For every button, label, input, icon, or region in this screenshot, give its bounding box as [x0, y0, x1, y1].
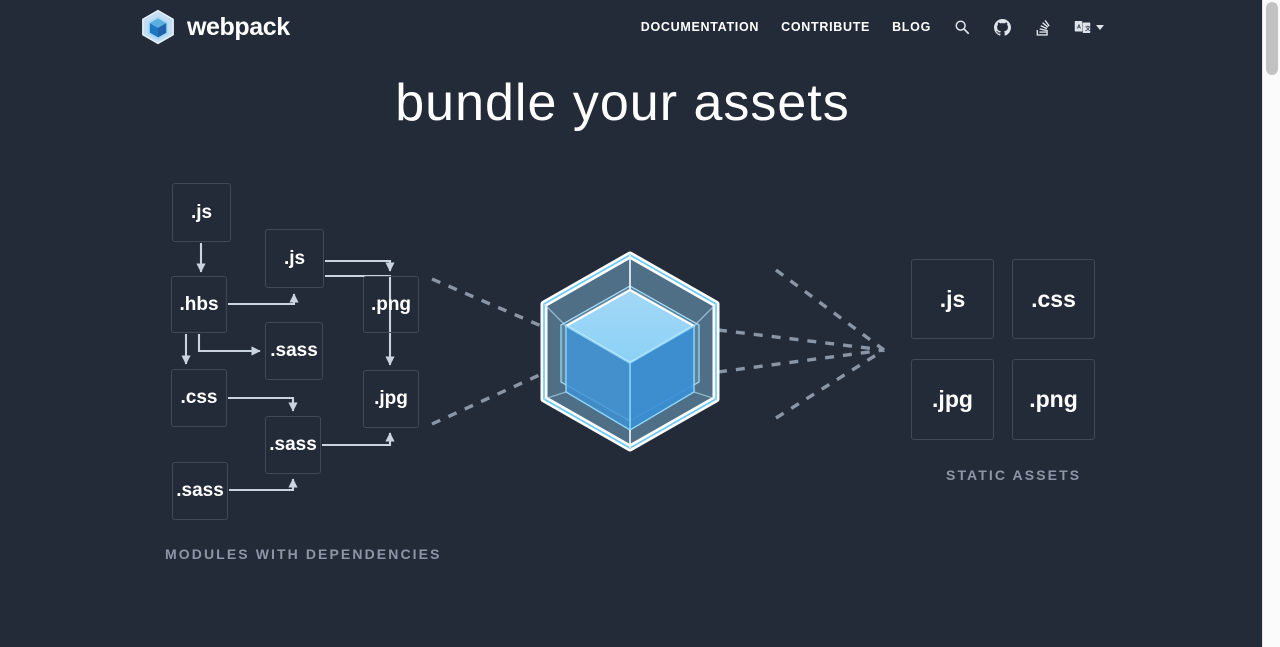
- asset-node-css: .css: [1012, 259, 1095, 339]
- assets-caption: STATIC ASSETS: [946, 467, 1082, 483]
- page-root: webpack DOCUMENTATION CONTRIBUTE BLOG A …: [0, 0, 1262, 647]
- modules-caption: MODULES WITH DEPENDENCIES: [165, 546, 442, 562]
- asset-node-png: .png: [1012, 359, 1095, 440]
- module-node-sass-2: .sass: [265, 416, 321, 474]
- scrollbar-thumb[interactable]: [1266, 2, 1278, 75]
- module-node-sass-1: .sass: [265, 322, 323, 380]
- module-node-sass-3: .sass: [172, 462, 228, 520]
- dashed-flow-in: [431, 277, 547, 426]
- asset-node-jpg: .jpg: [911, 359, 994, 440]
- module-node-hbs: .hbs: [171, 276, 227, 333]
- dashed-flow-out: [717, 268, 886, 420]
- asset-node-js: .js: [911, 259, 994, 339]
- module-node-js-1: .js: [172, 183, 231, 242]
- module-node-css: .css: [171, 369, 227, 427]
- bundling-diagram: .js .js .hbs .png .sass .css .jpg .sass …: [0, 0, 1262, 647]
- module-node-jpg: .jpg: [363, 370, 419, 428]
- page-scrollbar[interactable]: [1262, 0, 1280, 647]
- webpack-cube-icon: [540, 251, 720, 452]
- module-node-js-2: .js: [265, 229, 324, 288]
- module-node-png: .png: [363, 276, 419, 333]
